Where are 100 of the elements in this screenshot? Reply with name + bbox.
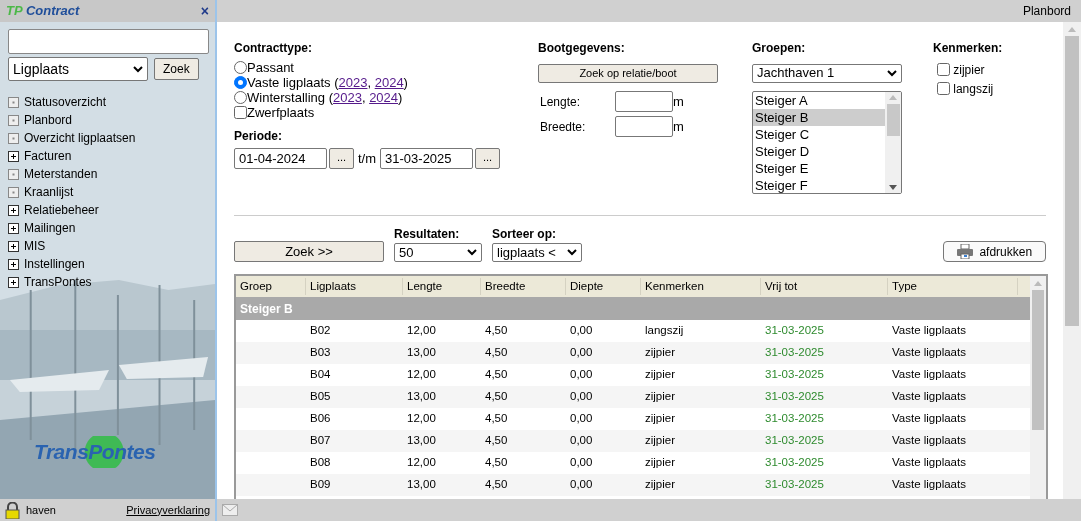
column-header[interactable]: Type (888, 277, 1018, 296)
table-cell-text: zijpier (644, 411, 677, 427)
radio-button[interactable] (234, 76, 247, 90)
year-link[interactable]: 2023 (332, 90, 362, 105)
menu-item[interactable]: Relatiebeheer (8, 201, 215, 219)
menu-item[interactable]: Kraanlijst (8, 183, 215, 201)
table-cell-text: 4,50 (484, 433, 509, 449)
input-field[interactable] (615, 91, 673, 112)
column-header[interactable]: Vrij tot (761, 277, 888, 296)
printer-icon (956, 244, 973, 259)
scrollbar[interactable] (1063, 22, 1081, 499)
search-button[interactable]: Zoek (154, 58, 199, 80)
list-option[interactable]: Steiger E (753, 159, 885, 177)
date-picker-button[interactable]: ... (329, 148, 354, 169)
menu-item[interactable]: Meterstanden (8, 165, 215, 183)
column-header[interactable]: Diepte (566, 277, 641, 296)
checkbox[interactable] (234, 106, 247, 120)
menu-item[interactable]: Overzicht ligplaatsen (8, 129, 215, 147)
list-option[interactable]: Steiger D (753, 142, 885, 160)
table-cell-text: Vaste ligplaats (891, 323, 967, 339)
list-option[interactable]: Steiger F (753, 176, 885, 193)
menu-item[interactable]: Statusoverzicht (8, 93, 215, 111)
sort-dropdown[interactable]: ligplaats < (492, 243, 582, 262)
search-type-dropdown[interactable]: Ligplaats (8, 57, 148, 81)
option-label: Vaste ligplaats (2023, 2024) (247, 74, 408, 92)
scrollbar[interactable] (1030, 276, 1046, 499)
table-cell-text: 0,00 (569, 367, 594, 383)
group-row: Steiger B (236, 297, 1030, 320)
radio-button[interactable] (234, 61, 247, 75)
date-field[interactable]: 01-04-2024 (234, 148, 327, 169)
column-header[interactable]: Ligplaats (306, 277, 403, 296)
date-picker-button[interactable]: ... (475, 148, 501, 169)
table-cell-text: 4,50 (484, 477, 509, 493)
column-header[interactable]: Groep (236, 277, 306, 296)
column-header[interactable]: Kenmerken (641, 277, 761, 296)
table-cell-text: Vaste ligplaats (891, 455, 967, 471)
list-option[interactable]: Steiger A (753, 91, 885, 109)
privacy-link[interactable]: Privacyverklaring (126, 501, 210, 519)
table-cell-text: 4,50 (484, 389, 509, 405)
option-label: Winterstalling (2023, 2024) (247, 90, 403, 107)
table-cell-text: B09 (309, 477, 332, 493)
scrollbar[interactable] (885, 91, 901, 193)
menu-item[interactable]: MIS (8, 237, 215, 255)
table-cell-text: B03 (309, 345, 332, 361)
field-label: Resultaten: (394, 226, 461, 243)
list-option[interactable]: Steiger C (753, 125, 885, 143)
unit-label: m (673, 92, 684, 111)
table-cell-text: 31-03-2025 (764, 323, 825, 339)
expand-icon (8, 240, 19, 252)
list-option[interactable]: Steiger B (753, 108, 885, 126)
column-header[interactable]: Lengte (403, 277, 481, 296)
print-button[interactable]: afdrukken (943, 241, 1046, 262)
table-cell-text: zijpier (644, 455, 677, 471)
scroll-down-icon[interactable] (889, 184, 897, 190)
close-button[interactable]: × (200, 4, 209, 18)
table-cell-text: 31-03-2025 (764, 367, 825, 383)
app-title: Contract (25, 2, 80, 21)
year-link[interactable]: 2024 (369, 90, 399, 105)
table-cell-text: 0,00 (569, 345, 594, 361)
table-cell-text: 31-03-2025 (764, 455, 825, 471)
table-cell-text: Vaste ligplaats (891, 389, 967, 405)
search-boat-button[interactable]: Zoek op relatie/boot (538, 63, 718, 83)
chevron-down-icon (887, 69, 897, 77)
search-button[interactable]: Zoek >> (234, 241, 384, 262)
expand-icon (8, 150, 19, 162)
input-field[interactable] (615, 116, 673, 137)
table-cell-text: zijpier (644, 433, 677, 449)
table-cell-text: 4,50 (484, 455, 509, 471)
search-field[interactable] (8, 29, 209, 54)
results-dropdown[interactable]: 50 (394, 243, 482, 262)
menu-item[interactable]: Planbord (8, 111, 215, 129)
table-cell-text: langszij (644, 323, 685, 339)
table-cell-text: 12,00 (406, 455, 437, 471)
date-field[interactable]: 31-03-2025 (380, 148, 474, 169)
table-cell-text: 12,00 (406, 411, 437, 427)
table-cell-text: B04 (309, 367, 332, 383)
menu-item[interactable]: TransPontes (8, 273, 215, 291)
checkbox[interactable] (937, 82, 950, 96)
app-title: TP (6, 2, 23, 21)
table-cell-text: 31-03-2025 (764, 411, 825, 427)
table-cell-text: 31-03-2025 (764, 345, 825, 361)
section-heading: Kenmerken: (933, 40, 1003, 57)
column-header[interactable]: Breedte (481, 277, 566, 296)
option-label: Zwerfplaats (247, 105, 315, 122)
group-dropdown[interactable]: Jachthaven 1 (752, 63, 902, 83)
checkbox-label: zijpier (953, 61, 985, 79)
table-cell-text: zijpier (644, 367, 677, 383)
radio-button[interactable] (234, 91, 247, 105)
table-cell-text: Vaste ligplaats (891, 367, 967, 383)
unit-label: m (673, 117, 684, 136)
page-icon (8, 114, 19, 126)
expand-icon (8, 222, 19, 234)
menu-item[interactable]: Instellingen (8, 255, 215, 273)
table-cell-text: 4,50 (484, 345, 509, 361)
menu-item[interactable]: Facturen (8, 147, 215, 165)
checkbox[interactable] (937, 63, 950, 77)
table-cell-text: zijpier (644, 477, 677, 493)
menu-item[interactable]: Mailingen (8, 219, 215, 237)
page-title: Planbord (1022, 3, 1071, 20)
year-link[interactable]: 2024 (374, 75, 404, 90)
